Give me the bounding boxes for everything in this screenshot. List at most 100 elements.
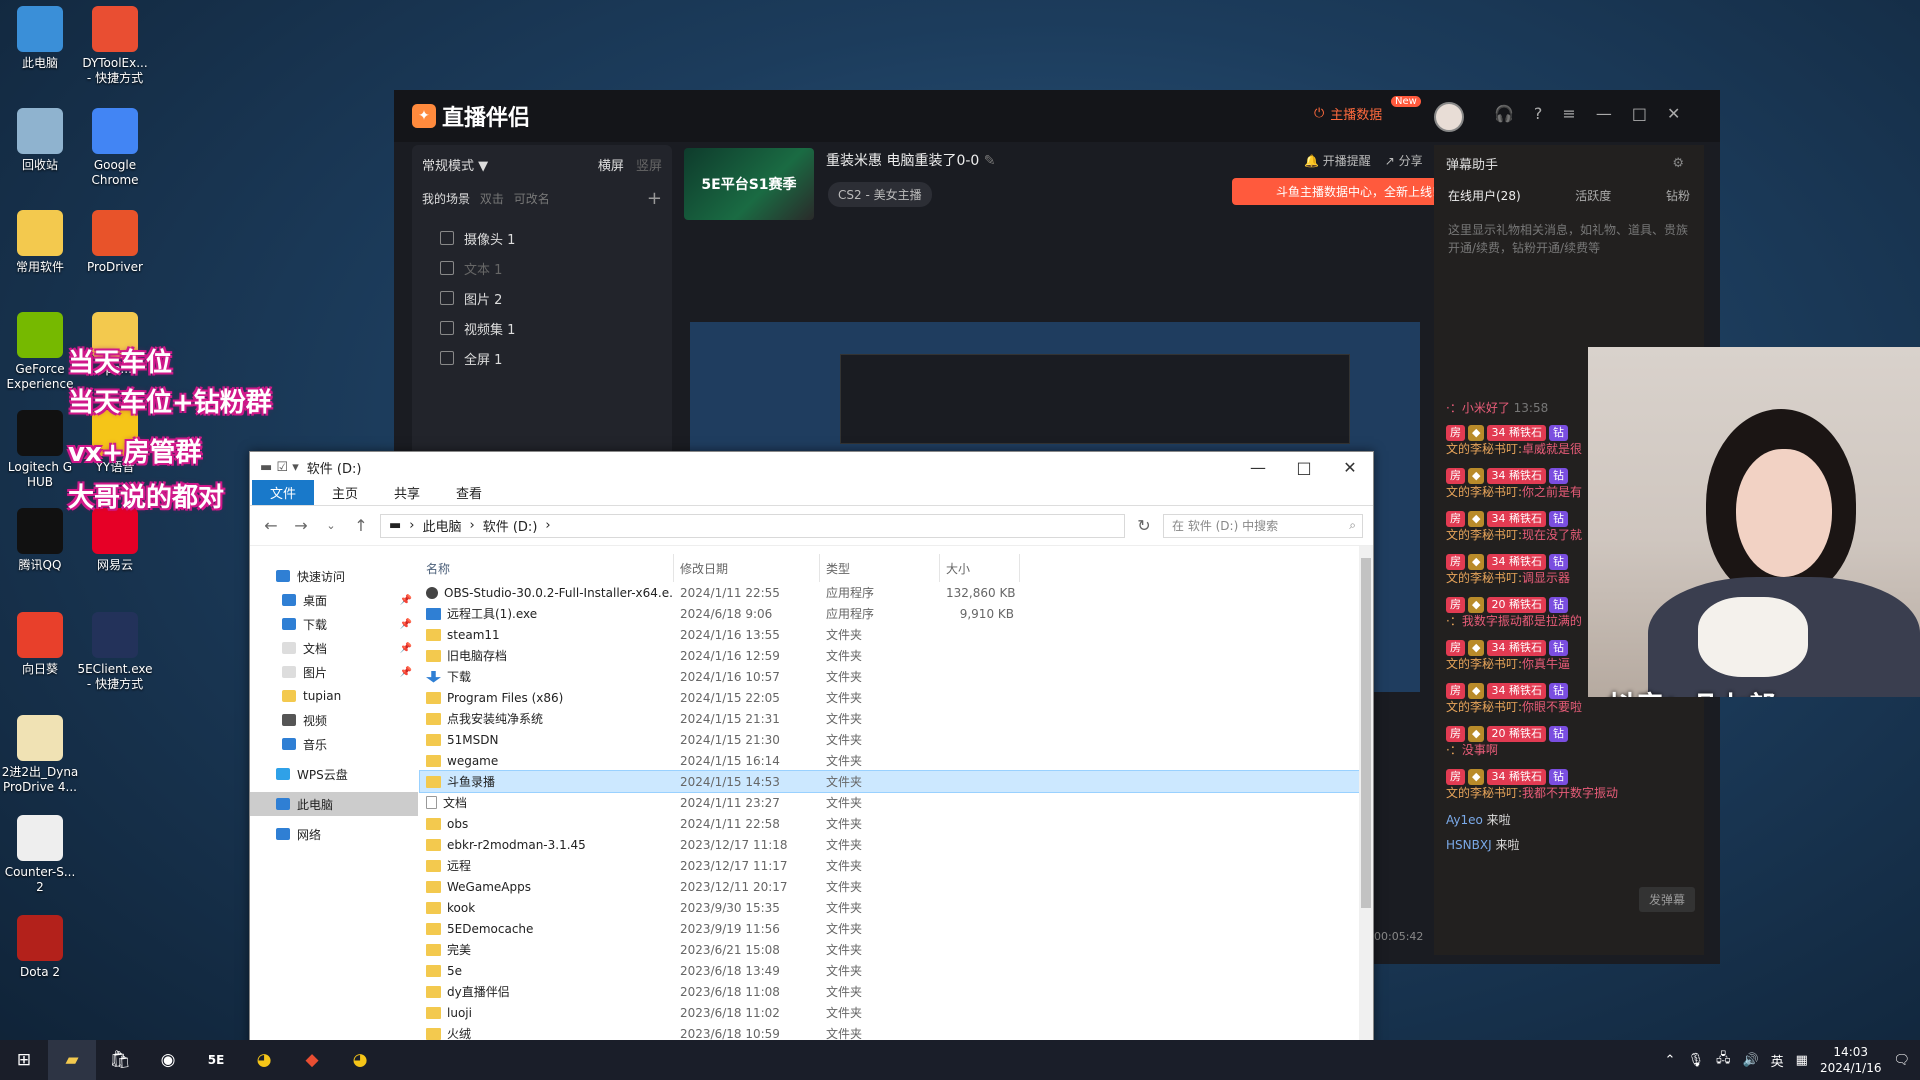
desktop-icon[interactable]: 网易云 (75, 508, 155, 573)
minimize-icon[interactable]: — (1596, 104, 1612, 123)
stream-thumbnail[interactable]: 5E平台S1赛季 (684, 148, 814, 220)
scene-item[interactable]: 摄像头 1 (422, 223, 662, 253)
nav-item[interactable]: 文档 📌 (250, 636, 418, 660)
scene-item[interactable]: 图片 2 (422, 283, 662, 313)
nav-item[interactable]: 快速访问 (250, 564, 418, 588)
mic-icon[interactable]: 🎙 (1687, 1053, 1704, 1068)
category-tag[interactable]: CS2 - 美女主播 (828, 182, 932, 207)
maximize-icon[interactable]: □ (1632, 104, 1647, 123)
minimize-button[interactable]: — (1235, 452, 1281, 482)
tray-chevron-icon[interactable]: ⌃ (1665, 1053, 1676, 1068)
file-row[interactable]: 旧电脑存档 2024/1/16 12:59 文件夹 (420, 645, 1359, 666)
nav-item[interactable]: 音乐 (250, 732, 418, 756)
file-row[interactable]: wegame 2024/1/15 16:14 文件夹 (420, 750, 1359, 771)
yy-taskbar-icon[interactable]: ◕ (240, 1040, 288, 1080)
nav-item[interactable]: 下载 📌 (250, 612, 418, 636)
refresh-icon[interactable]: ↻ (1133, 516, 1155, 535)
file-row[interactable]: 远程工具(1).exe 2024/6/18 9:06 应用程序 9,910 KB (420, 603, 1359, 624)
scene-item[interactable]: 全屏 1 (422, 343, 662, 373)
file-row[interactable]: 5e 2023/6/18 13:49 文件夹 (420, 960, 1359, 981)
notice-banner[interactable]: 斗鱼主播数据中心，全新上线! ✕ (1232, 178, 1461, 205)
file-row[interactable]: OBS-Studio-30.0.2-Full-Installer-x64.e..… (420, 582, 1359, 603)
menu-icon[interactable]: ≡ (1562, 104, 1575, 123)
ribbon-tab[interactable]: 查看 (438, 480, 500, 505)
file-row[interactable]: 完美 2023/6/21 15:08 文件夹 (420, 939, 1359, 960)
vertical-scrollbar[interactable] (1359, 546, 1373, 1079)
file-row[interactable]: obs 2024/1/11 22:58 文件夹 (420, 813, 1359, 834)
desktop-icon[interactable]: 向日葵 (0, 612, 80, 677)
forward-icon[interactable]: → (290, 516, 312, 535)
nav-item[interactable]: 网络 (250, 822, 418, 846)
enter-username[interactable]: HSNBXJ (1446, 838, 1495, 852)
nav-item[interactable]: 图片 📌 (250, 660, 418, 684)
dytool-taskbar-icon[interactable]: ◆ (288, 1040, 336, 1080)
desktop-icon[interactable]: 此电脑 (0, 6, 80, 71)
yy-taskbar-icon-2[interactable]: ◕ (336, 1040, 384, 1080)
desktop-icon[interactable]: Counter-S... 2 (0, 815, 80, 895)
file-row[interactable]: luoji 2023/6/18 11:02 文件夹 (420, 1002, 1359, 1023)
desktop-icon[interactable]: Dota 2 (0, 915, 80, 980)
file-row[interactable]: 点我安装纯净系统 2024/1/15 21:31 文件夹 (420, 708, 1359, 729)
desktop-icon[interactable]: 回收站 (0, 108, 80, 173)
chat-username[interactable]: 文的李秘书叮: (1446, 786, 1522, 800)
quick-access-toolbar-icon[interactable]: ▬ ☑ ▾ (260, 460, 299, 475)
5e-taskbar-icon[interactable]: 5E (192, 1040, 240, 1080)
headset-icon[interactable]: 🎧 (1494, 104, 1514, 123)
column-header[interactable]: 类型 (820, 554, 940, 582)
danmu-tab[interactable]: 钻粉 (1666, 187, 1690, 204)
ribbon-tab[interactable]: 共享 (376, 480, 438, 505)
desktop-icon[interactable]: 常用软件 (0, 210, 80, 275)
chat-username[interactable]: 文的李秘书叮: (1446, 700, 1522, 714)
network-icon[interactable]: 🖧 (1716, 1049, 1731, 1071)
chat-username[interactable]: 文的李秘书叮: (1446, 571, 1522, 585)
nav-item[interactable]: 视频 (250, 708, 418, 732)
chat-username[interactable]: ·： (1446, 614, 1462, 628)
file-row[interactable]: 下载 2024/1/16 10:57 文件夹 (420, 666, 1359, 687)
steam-icon[interactable]: ◉ (144, 1040, 192, 1080)
nav-item[interactable]: WPS云盘 (250, 762, 418, 786)
store-icon[interactable]: 🛍 (96, 1040, 144, 1080)
file-row[interactable]: kook 2023/9/30 15:35 文件夹 (420, 897, 1359, 918)
add-scene-icon[interactable]: + (647, 188, 662, 209)
back-icon[interactable]: ← (260, 516, 282, 535)
landscape-tab[interactable]: 横屏 (598, 159, 624, 174)
edit-icon[interactable]: ✎ (984, 153, 996, 169)
ribbon-tab[interactable]: 主页 (314, 480, 376, 505)
file-row[interactable]: dy直播伴侣 2023/6/18 11:08 文件夹 (420, 981, 1359, 1002)
desktop-icon[interactable]: 腾讯QQ (0, 508, 80, 573)
chat-username[interactable]: 文的李秘书叮: (1446, 485, 1522, 499)
start-reminder-button[interactable]: 🔔 开播提醒 (1304, 152, 1371, 169)
avatar[interactable] (1434, 102, 1464, 132)
file-row[interactable]: 远程 2023/12/17 11:17 文件夹 (420, 855, 1359, 876)
maximize-button[interactable]: □ (1281, 452, 1327, 482)
breadcrumb[interactable]: ▬ › 此电脑 › 软件 (D:) › (380, 513, 1125, 538)
volume-icon[interactable]: 🔊 (1742, 1053, 1758, 1068)
keyboard-icon[interactable]: ▦ (1796, 1053, 1808, 1068)
column-header[interactable]: 名称 (420, 554, 674, 582)
start-icon[interactable]: ⊞ (0, 1040, 48, 1080)
desktop-icon[interactable]: Google Chrome (75, 108, 155, 188)
mode-select[interactable]: 常规模式 ▼ (422, 155, 488, 174)
host-data-button[interactable]: ⏻ 主播数据 (1314, 104, 1382, 123)
ime-indicator[interactable]: 英 (1771, 1051, 1784, 1070)
column-header[interactable]: 大小 (940, 554, 1020, 582)
up-icon[interactable]: ↑ (350, 516, 372, 535)
file-row[interactable]: steam11 2024/1/16 13:55 文件夹 (420, 624, 1359, 645)
scene-item[interactable]: 文本 1 (422, 253, 662, 283)
file-row[interactable]: Program Files (x86) 2024/1/15 22:05 文件夹 (420, 687, 1359, 708)
search-input[interactable]: 在 软件 (D:) 中搜索 ⌕ (1163, 513, 1363, 538)
scene-item[interactable]: 视频集 1 (422, 313, 662, 343)
desktop-icon[interactable]: 2进2出_Dyna ProDrive 4... (0, 715, 80, 795)
portrait-tab[interactable]: 竖屏 (636, 159, 662, 174)
file-row[interactable]: 文档 2024/1/11 23:27 文件夹 (420, 792, 1359, 813)
danmu-settings-icon[interactable]: ⚙ (1672, 156, 1692, 171)
desktop-icon[interactable]: ProDriver (75, 210, 155, 275)
chat-username[interactable]: ·： (1446, 743, 1462, 757)
send-danmu-button[interactable]: 发弹幕 (1639, 887, 1696, 912)
ribbon-tab[interactable]: 文件 (252, 480, 315, 505)
chat-username[interactable]: 文的李秘书叮: (1446, 442, 1522, 456)
enter-username[interactable]: Ay1eo (1446, 813, 1487, 827)
nav-item[interactable]: 桌面 📌 (250, 588, 418, 612)
desktop-icon[interactable]: 5EClient.exe - 快捷方式 (75, 612, 155, 692)
stream-title[interactable]: 重装米惠 电脑重装了0-0 ✎ (826, 150, 996, 170)
